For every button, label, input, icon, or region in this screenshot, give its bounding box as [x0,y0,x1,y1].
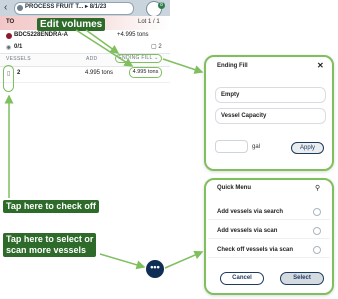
arrow-to-quick-menu [164,250,204,269]
arrow-edit-field [75,29,134,67]
arrow-edit-header [85,29,120,54]
arrow-to-ending-panel [162,58,204,74]
arrow-select-fab [99,253,146,270]
annotation-arrows [4,29,204,270]
